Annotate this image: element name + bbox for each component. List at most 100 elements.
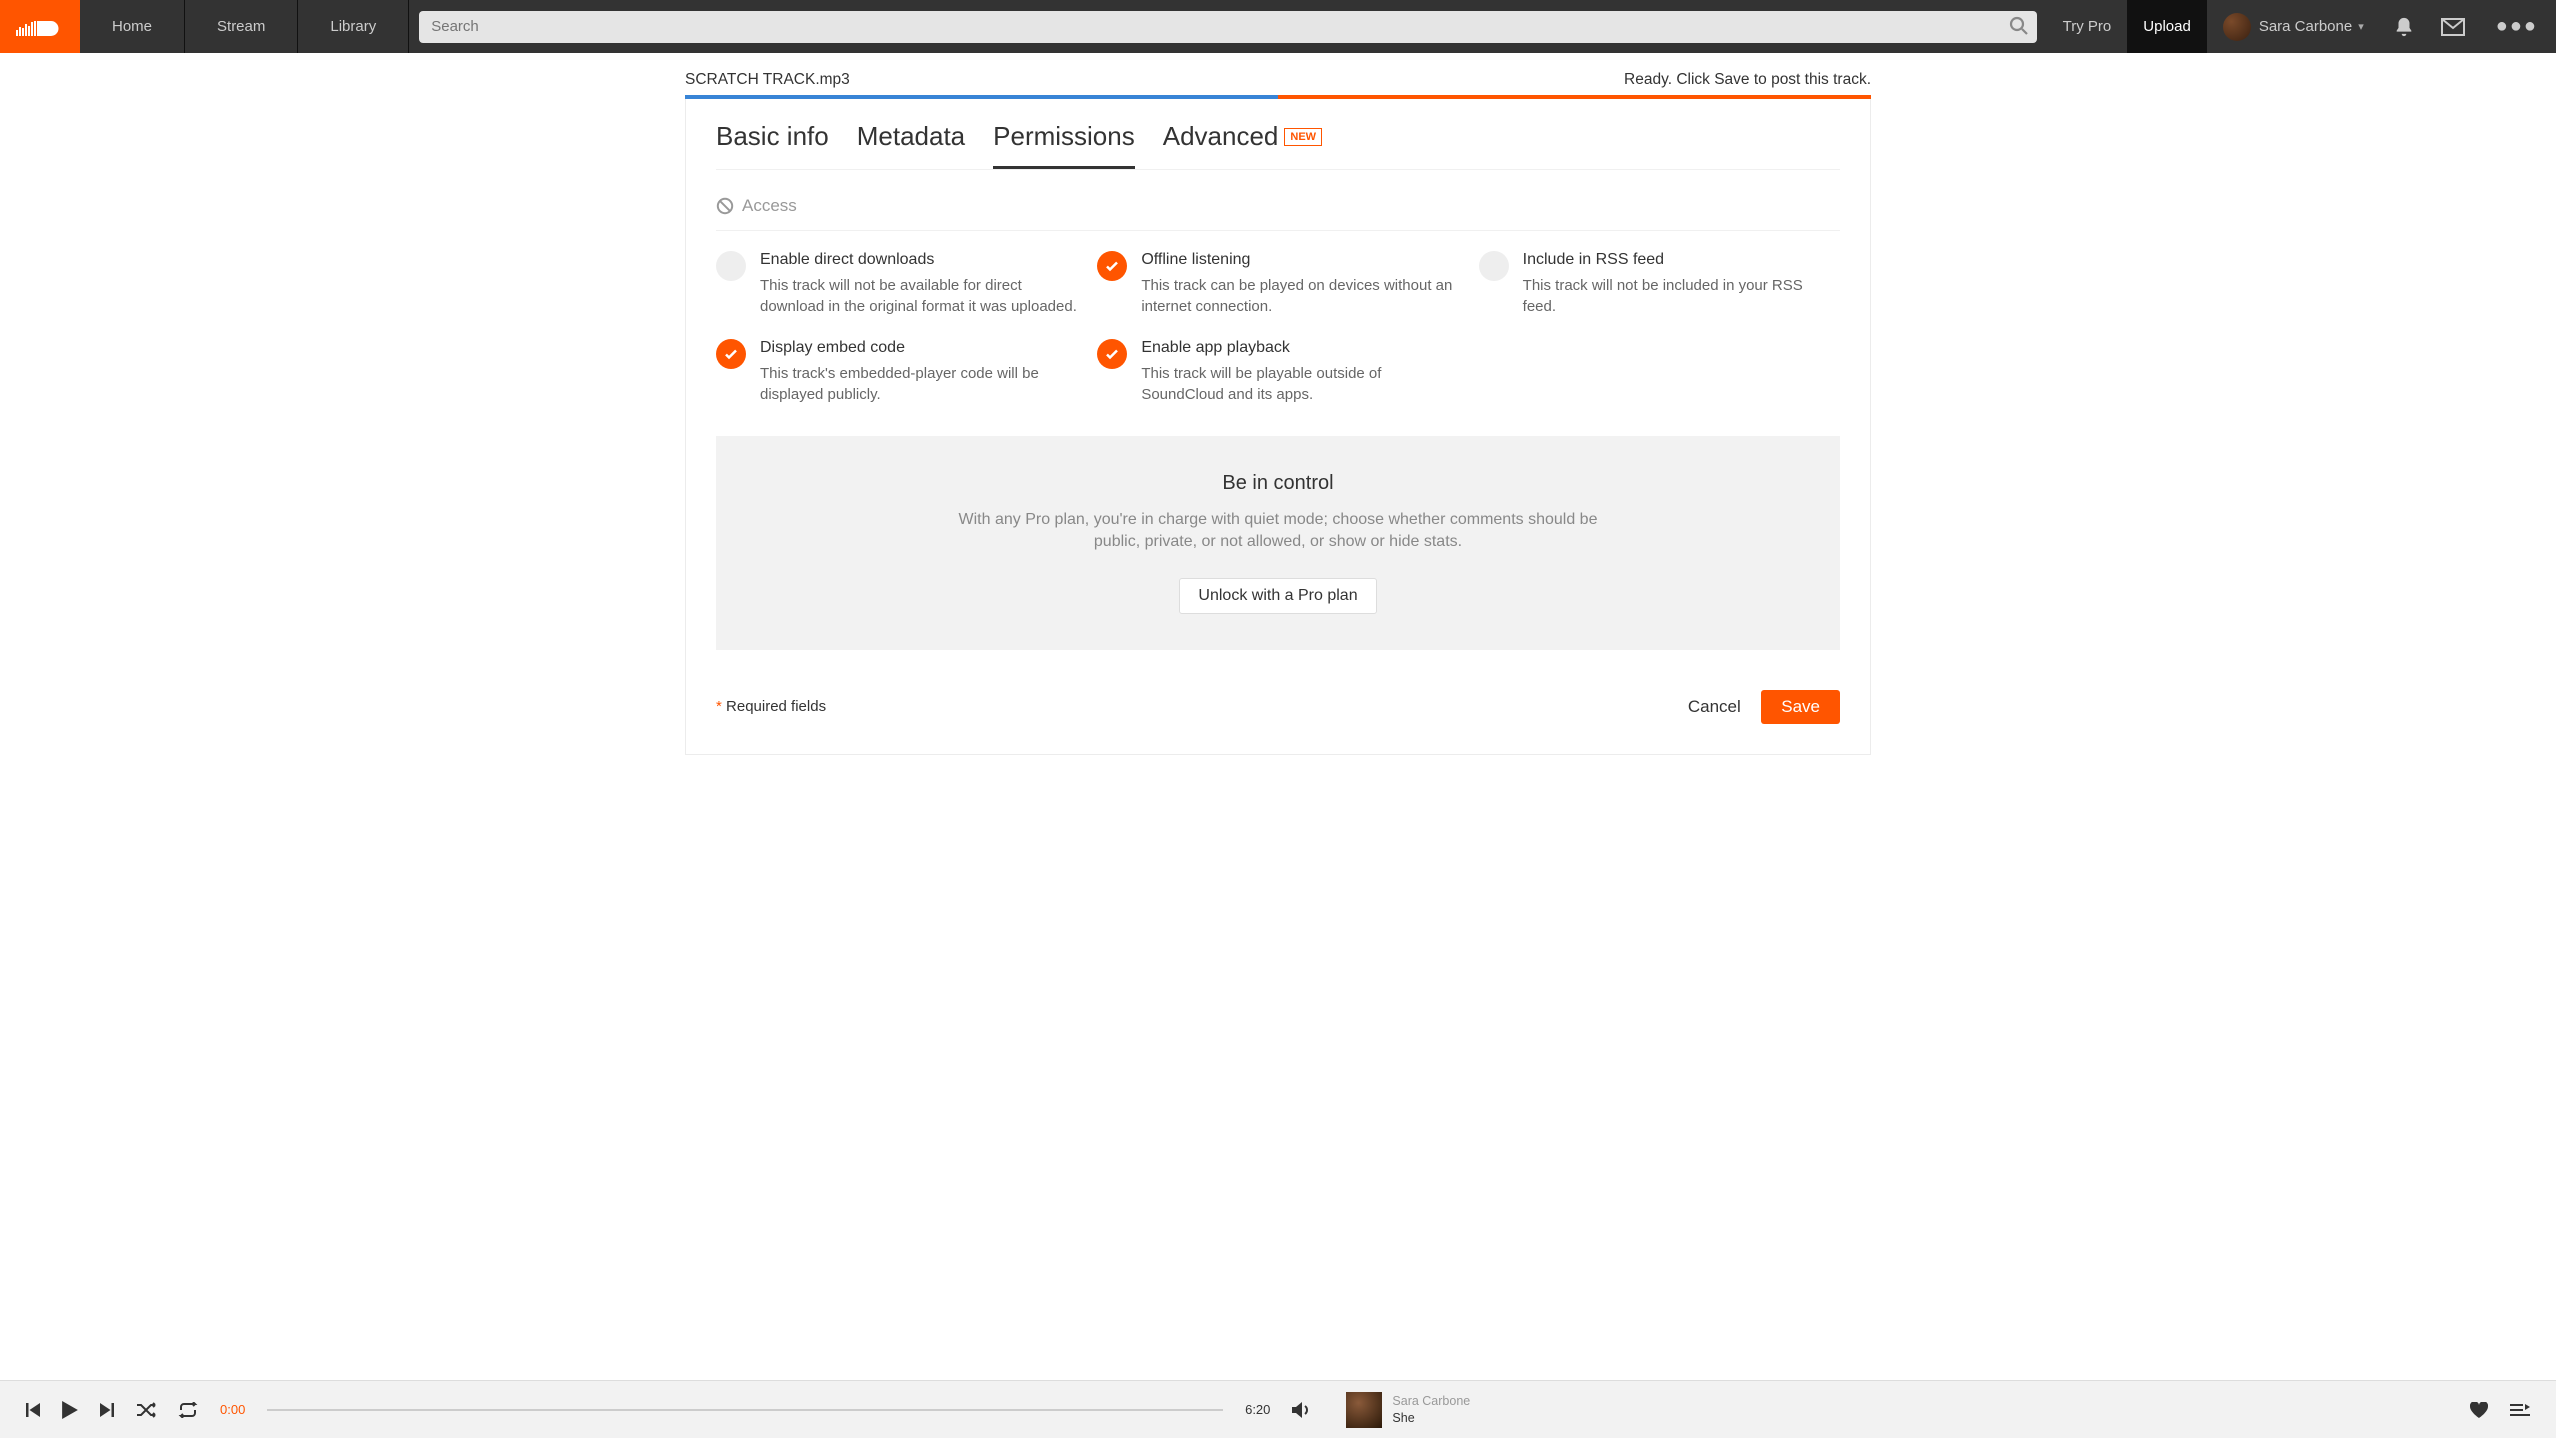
permission-text: Enable direct downloads This track will n…	[760, 251, 1077, 317]
nav-upload-label: Upload	[2143, 18, 2191, 35]
player-current-time: 0:00	[220, 1402, 245, 1417]
tab-metadata-label: Metadata	[857, 121, 965, 151]
user-name-label: Sara Carbone	[2259, 18, 2352, 35]
nav-stream[interactable]: Stream	[185, 0, 298, 53]
upload-card: Basic info Metadata Permissions Advanced…	[685, 99, 1871, 755]
like-button[interactable]	[2470, 1402, 2488, 1418]
permission-toggle[interactable]	[716, 339, 746, 369]
permission-item: Include in RSS feedThis track will not b…	[1479, 251, 1840, 317]
skip-forward-icon	[100, 1403, 114, 1417]
permission-text: Offline listening This track can be playe…	[1141, 251, 1458, 317]
player-seekbar[interactable]	[267, 1409, 1223, 1411]
search-input[interactable]	[419, 11, 2036, 43]
skip-back-icon	[26, 1403, 40, 1417]
permission-toggle[interactable]	[716, 251, 746, 281]
permission-toggle[interactable]	[1479, 251, 1509, 281]
upload-filename: SCRATCH TRACK.mp3	[685, 71, 850, 89]
track-artwork	[1346, 1392, 1382, 1428]
permission-toggle[interactable]	[1097, 251, 1127, 281]
upload-header: SCRATCH TRACK.mp3 Ready. Click Save to p…	[685, 53, 1871, 95]
tab-basic-label: Basic info	[716, 121, 829, 151]
volume-icon	[1292, 1401, 1312, 1419]
permission-item: Enable direct downloads This track will n…	[716, 251, 1077, 317]
logo[interactable]	[0, 0, 80, 53]
permission-desc: This track will be playable outside of S…	[1141, 364, 1458, 405]
cancel-button[interactable]: Cancel	[1688, 697, 1741, 717]
save-button[interactable]: Save	[1761, 690, 1840, 724]
permission-item: Enable app playback This track will be pl…	[1097, 339, 1458, 405]
search-icon	[2009, 16, 2029, 36]
nav-home-label: Home	[112, 18, 152, 35]
nav-home[interactable]: Home	[80, 0, 185, 53]
section-access: Access	[716, 170, 1840, 231]
unlock-pro-button[interactable]: Unlock with a Pro plan	[1179, 578, 1376, 614]
upload-progress	[685, 95, 1871, 99]
permission-text: Enable app playback This track will be pl…	[1141, 339, 1458, 405]
permission-title: Enable app playback	[1141, 339, 1458, 357]
permission-title: Display embed code	[760, 339, 1077, 357]
permission-text: Include in RSS feedThis track will not b…	[1523, 251, 1840, 317]
cancel-label: Cancel	[1688, 697, 1741, 716]
promo-title: Be in control	[756, 472, 1800, 495]
shuffle-button[interactable]	[136, 1402, 156, 1418]
permission-desc: This track will not be available for dir…	[760, 276, 1077, 317]
top-nav: Home Stream Library Try Pro Upload Sara …	[0, 0, 2556, 53]
main-container: SCRATCH TRACK.mp3 Ready. Click Save to p…	[685, 53, 1871, 835]
soundcloud-logo-icon	[16, 15, 64, 39]
nav-library[interactable]: Library	[298, 0, 409, 53]
permission-desc: This track's embedded-player code will b…	[760, 364, 1077, 405]
permission-desc: This track can be played on devices with…	[1141, 276, 1458, 317]
heart-icon	[2470, 1402, 2488, 1418]
permission-title: Enable direct downloads	[760, 251, 1077, 269]
play-button[interactable]	[62, 1401, 78, 1419]
promo-text: With any Pro plan, you're in charge with…	[948, 509, 1608, 554]
progress-remaining	[1278, 95, 1871, 99]
permission-toggle[interactable]	[1097, 339, 1127, 369]
required-fields-label: Required fields	[726, 698, 826, 715]
repeat-icon	[178, 1402, 198, 1418]
unlock-pro-label: Unlock with a Pro plan	[1198, 587, 1357, 604]
volume-button[interactable]	[1292, 1401, 1312, 1419]
mail-icon	[2441, 18, 2465, 36]
nav-stream-label: Stream	[217, 18, 265, 35]
now-playing[interactable]: Sara Carbone She	[1346, 1392, 1470, 1428]
avatar	[2223, 13, 2251, 41]
badge-new: NEW	[1284, 128, 1322, 146]
required-fields-note: * Required fields	[716, 698, 826, 715]
player-bar: 0:00 6:20 Sara Carbone She	[0, 1380, 2556, 1438]
notifications-button[interactable]	[2380, 0, 2428, 53]
chevron-down-icon: ▾	[2358, 20, 2364, 33]
messages-button[interactable]	[2428, 0, 2478, 53]
user-menu[interactable]: Sara Carbone ▾	[2207, 0, 2380, 53]
repeat-button[interactable]	[178, 1402, 198, 1418]
tab-permissions[interactable]: Permissions	[993, 121, 1135, 169]
tab-metadata[interactable]: Metadata	[857, 121, 965, 166]
next-button[interactable]	[100, 1403, 114, 1417]
search-button[interactable]	[2009, 16, 2029, 39]
upload-status: Ready. Click Save to post this track.	[1624, 71, 1871, 89]
more-menu[interactable]: ●●●	[2478, 15, 2556, 38]
save-label: Save	[1781, 697, 1820, 716]
permission-desc: This track will not be included in your …	[1523, 276, 1840, 317]
nav-upload[interactable]: Upload	[2127, 0, 2207, 53]
permission-item: Display embed code This track's embedded-…	[716, 339, 1077, 405]
permission-item: Offline listening This track can be playe…	[1097, 251, 1458, 317]
track-title: She	[1392, 1410, 1470, 1426]
tab-basic-info[interactable]: Basic info	[716, 121, 829, 166]
tab-advanced[interactable]: AdvancedNEW	[1163, 121, 1322, 166]
bell-icon	[2393, 16, 2415, 38]
progress-processed	[685, 95, 1278, 99]
tab-permissions-label: Permissions	[993, 121, 1135, 151]
previous-button[interactable]	[26, 1403, 40, 1417]
promo-box: Be in control With any Pro plan, you're …	[716, 436, 1840, 650]
track-meta: Sara Carbone She	[1392, 1393, 1470, 1426]
nav-try-pro-label: Try Pro	[2063, 18, 2112, 35]
queue-button[interactable]	[2510, 1403, 2530, 1417]
nav-try-pro[interactable]: Try Pro	[2047, 0, 2128, 53]
permissions-grid: Enable direct downloads This track will n…	[716, 231, 1840, 426]
permission-title: Offline listening	[1141, 251, 1458, 269]
shuffle-icon	[136, 1402, 156, 1418]
track-artist: Sara Carbone	[1392, 1393, 1470, 1409]
tabs: Basic info Metadata Permissions Advanced…	[716, 99, 1840, 170]
dots-icon: ●●●	[2496, 15, 2538, 37]
